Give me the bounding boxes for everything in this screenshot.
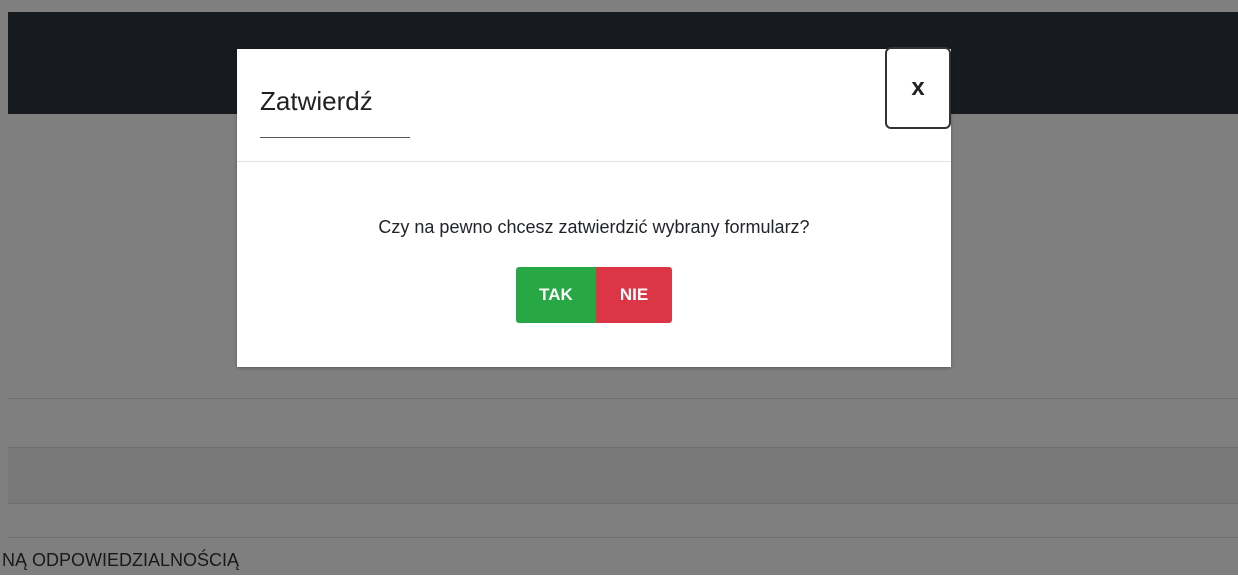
close-button[interactable]: x [885, 47, 951, 129]
close-icon: x [911, 74, 925, 101]
title-underline [260, 137, 410, 138]
cancel-button[interactable]: NIE [596, 267, 672, 323]
dialog-title: Zatwierdź [260, 86, 373, 116]
dialog-header: Zatwierdź x [237, 47, 951, 162]
dialog-message: Czy na pewno chcesz zatwierdzić wybrany … [378, 217, 810, 237]
confirm-dialog: Zatwierdź x Czy na pewno chcesz zatwierd… [237, 47, 951, 367]
dialog-body: Czy na pewno chcesz zatwierdzić wybrany … [237, 162, 951, 367]
dialog-actions: TAK NIE [516, 267, 672, 323]
confirm-button[interactable]: TAK [516, 267, 596, 323]
